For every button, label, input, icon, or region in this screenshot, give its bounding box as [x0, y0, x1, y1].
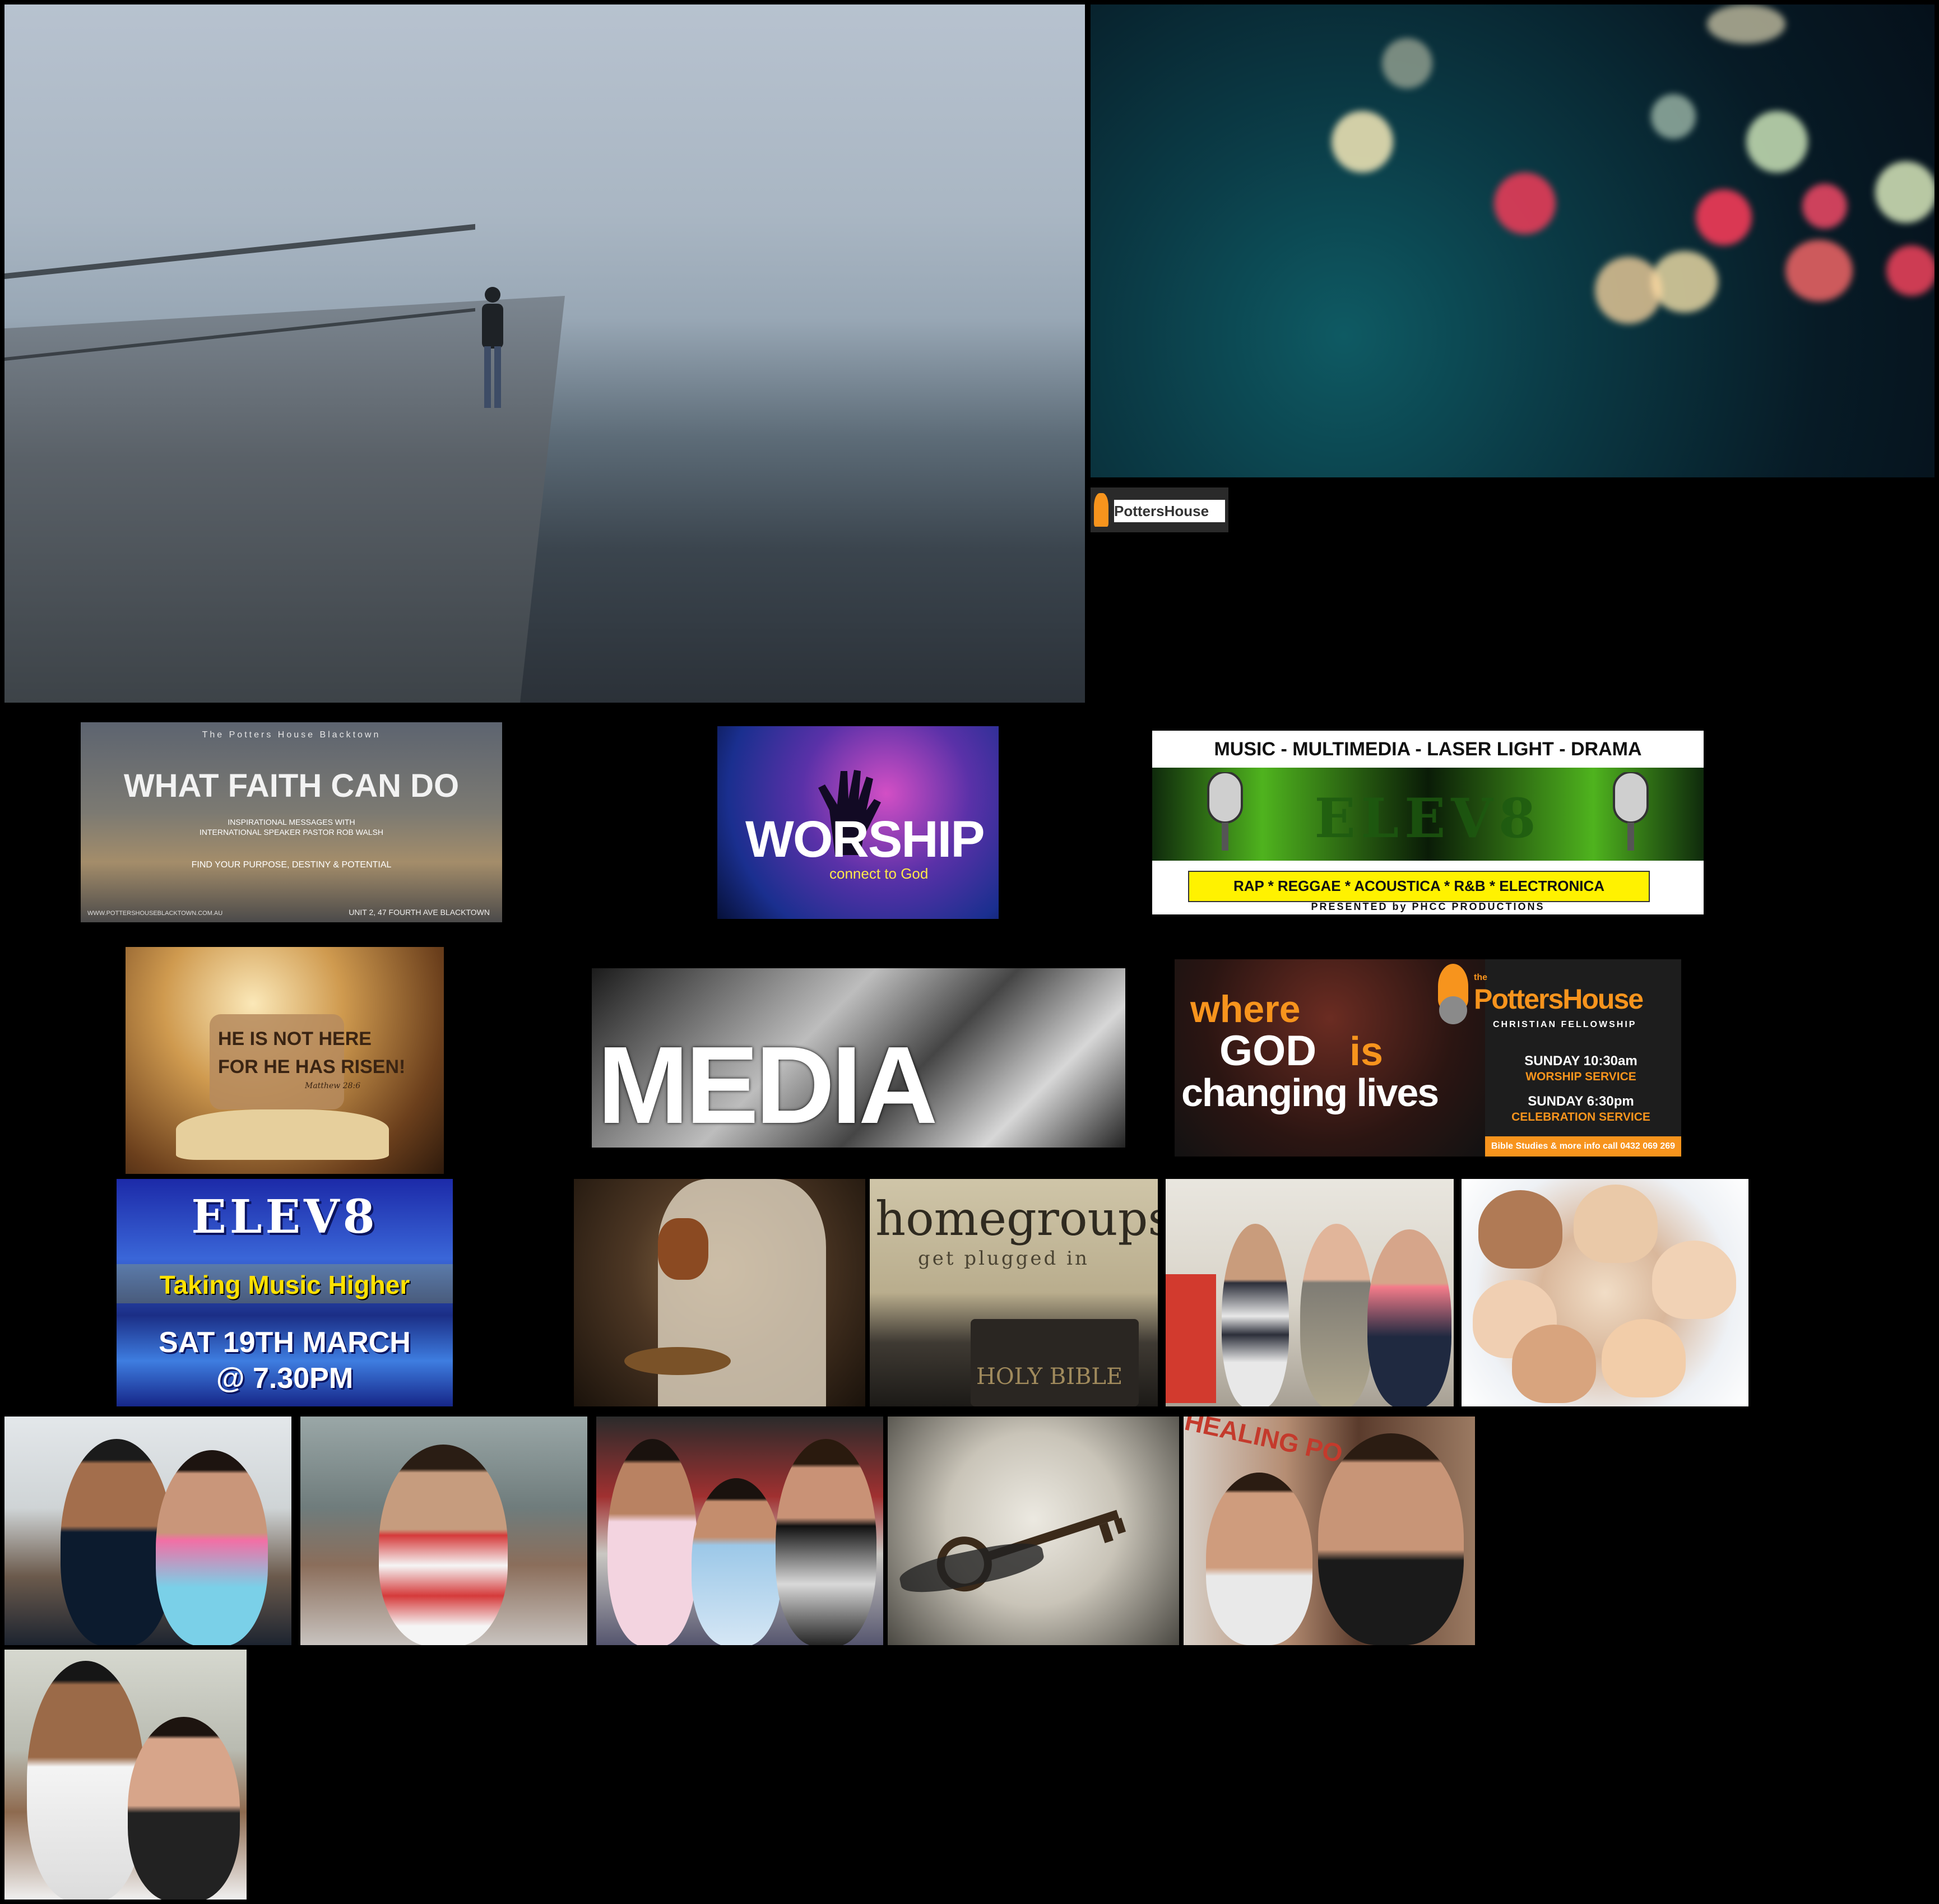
pouring-water-photo[interactable] — [574, 1179, 865, 1406]
small-logo-text: PottersHouse — [1114, 500, 1225, 522]
person-figure — [379, 1445, 508, 1645]
gc-footer: Bible Studies & more info call 0432 069 … — [1485, 1136, 1681, 1157]
clay-jar — [658, 1218, 708, 1280]
media-banner[interactable]: MEDIA — [592, 968, 1125, 1148]
person-figure — [27, 1661, 145, 1900]
young-couple-photo[interactable] — [4, 1417, 291, 1645]
homegroups-banner[interactable]: homegroups get plugged in HOLY BIBLE — [870, 1179, 1158, 1406]
face — [1478, 1190, 1562, 1269]
face — [1574, 1185, 1658, 1263]
bokeh-dot — [1707, 4, 1785, 44]
gc-service2: SUNDAY 6:30pm — [1528, 1094, 1634, 1109]
faith-address: UNIT 2, 47 FOURTH AVE BLACKTOWN — [349, 908, 490, 917]
person-figure — [1318, 1433, 1464, 1645]
fog-bridge-photo — [4, 4, 1085, 703]
elev8b-date: SAT 19TH MARCH — [159, 1326, 411, 1359]
globe-icon — [1439, 996, 1467, 1024]
bible-book — [971, 1319, 1139, 1406]
person-figure — [692, 1478, 781, 1645]
face — [1602, 1319, 1686, 1397]
three-girls-photo[interactable] — [596, 1417, 883, 1645]
elev8-topline: MUSIC - MULTIMEDIA - LASER LIGHT - DRAMA — [1214, 739, 1642, 760]
face — [1652, 1241, 1736, 1319]
gc-god: GOD — [1219, 1027, 1317, 1075]
person-figure — [1222, 1224, 1289, 1406]
gc-changing-lives: changing lives — [1181, 1071, 1439, 1114]
elev8-genres-box: RAP * REGGAE * ACOUSTICA * R&B * ELECTRO… — [1188, 871, 1650, 902]
media-title: MEDIA — [597, 1024, 938, 1146]
burial-cloth — [176, 1109, 389, 1160]
gc-brand: PottersHouse — [1474, 983, 1644, 1015]
gc-where: where — [1190, 988, 1301, 1030]
elev8-presented: PRESENTED by PHCC PRODUCTIONS — [1311, 901, 1545, 912]
clay-bowl — [624, 1347, 731, 1375]
bokeh-dot — [1696, 189, 1752, 245]
elev8-genres: RAP * REGGAE * ACOUSTICA * R&B * ELECTRO… — [1233, 877, 1605, 894]
gc-service1-label: WORSHIP SERVICE — [1525, 1070, 1636, 1083]
faith-url: WWW.POTTERSHOUSEBLACKTOWN.COM.AU — [87, 910, 223, 917]
person-figure — [1206, 1473, 1312, 1645]
gc-service2-label: CELEBRATION SERVICE — [1511, 1111, 1650, 1123]
potters-house-small-logo: PottersHouse — [1091, 487, 1228, 532]
bokeh-dot — [1886, 245, 1935, 296]
girls2-sign: HEALING PO — [1184, 1417, 1346, 1469]
person-figure — [156, 1450, 268, 1645]
risen-ref: Matthew 28:6 — [305, 1081, 361, 1090]
person-figure — [128, 1717, 240, 1900]
bokeh-lights-photo — [1091, 4, 1935, 477]
bokeh-dot — [1651, 94, 1696, 139]
elev8-band-title: ELEV8 — [1314, 787, 1542, 850]
faith-kicker: The Potters House Blacktown — [202, 730, 381, 740]
risen-line1: HE IS NOT HERE — [218, 1028, 372, 1049]
he-is-risen-image[interactable]: HE IS NOT HERE FOR HE HAS RISEN! Matthew… — [126, 947, 444, 1174]
faith-title: WHAT FAITH CAN DO — [123, 768, 460, 804]
bible-label: HOLY BIBLE — [976, 1364, 1123, 1390]
god-changing-lives-banner[interactable]: where GOD is changing lives the PottersH… — [1175, 959, 1681, 1157]
worship-subtitle: connect to God — [829, 865, 929, 882]
homegroups-title: homegroups — [875, 1191, 1158, 1246]
key-on-bible-photo[interactable] — [888, 1417, 1179, 1645]
faith-line3: FIND YOUR PURPOSE, DESTINY & POTENTIAL — [191, 860, 392, 870]
bokeh-dot — [1382, 38, 1432, 89]
women-group-photo[interactable] — [1166, 1179, 1454, 1406]
elev8-music-banner[interactable]: MUSIC - MULTIMEDIA - LASER LIGHT - DRAMA… — [1152, 731, 1704, 914]
bokeh-dot — [1494, 173, 1556, 234]
risen-line2: FOR HE HAS RISEN! — [218, 1056, 406, 1078]
bokeh-dot — [1802, 184, 1847, 229]
elev8b-title: ELEV8 — [191, 1190, 378, 1244]
walking-man-figure — [482, 287, 503, 408]
elev8-event-poster[interactable]: ELEV8 Taking Music Higher SAT 19TH MARCH… — [117, 1179, 453, 1406]
bokeh-dot — [1746, 111, 1808, 173]
bokeh-dot — [1785, 240, 1853, 301]
what-faith-can-do-banner[interactable]: The Potters House Blacktown WHAT FAITH C… — [81, 722, 502, 922]
two-girls-selfie-photo[interactable]: HEALING PO — [1184, 1417, 1475, 1645]
face — [1512, 1325, 1596, 1403]
elev8b-time: @ 7.30PM — [216, 1362, 354, 1395]
faith-line2: INTERNATIONAL SPEAKER PASTOR ROB WALSH — [199, 828, 384, 837]
faith-line1: INSPIRATIONAL MESSAGES WITH — [228, 818, 355, 826]
gc-service1: SUNDAY 10:30am — [1524, 1053, 1638, 1069]
person-figure — [1367, 1229, 1451, 1406]
worship-title: WORSHIP — [745, 811, 985, 868]
person-figure — [1300, 1224, 1373, 1406]
bokeh-dot — [1875, 161, 1935, 223]
bokeh-dot — [1595, 257, 1662, 324]
gc-brand-the: the — [1474, 973, 1487, 982]
bokeh-dot — [1332, 111, 1393, 173]
person-figure — [776, 1439, 876, 1645]
elev8b-sub: Taking Music Higher — [159, 1270, 410, 1299]
worship-banner[interactable]: WORSHIP connect to God — [717, 726, 999, 919]
gc-is: is — [1349, 1029, 1384, 1074]
flame-icon — [1094, 493, 1108, 527]
gc-brand-sub: CHRISTIAN FELLOWSHIP — [1493, 1020, 1637, 1029]
red-chair — [1166, 1274, 1216, 1403]
elev8-soundwave-band: ELEV8 — [1152, 768, 1704, 861]
pastor-couple-photo[interactable] — [4, 1650, 247, 1900]
boy-portrait-photo[interactable] — [300, 1417, 587, 1645]
person-figure — [607, 1439, 697, 1645]
circle-of-friends-photo[interactable] — [1462, 1179, 1748, 1406]
homegroups-sub: get plugged in — [918, 1247, 1089, 1270]
